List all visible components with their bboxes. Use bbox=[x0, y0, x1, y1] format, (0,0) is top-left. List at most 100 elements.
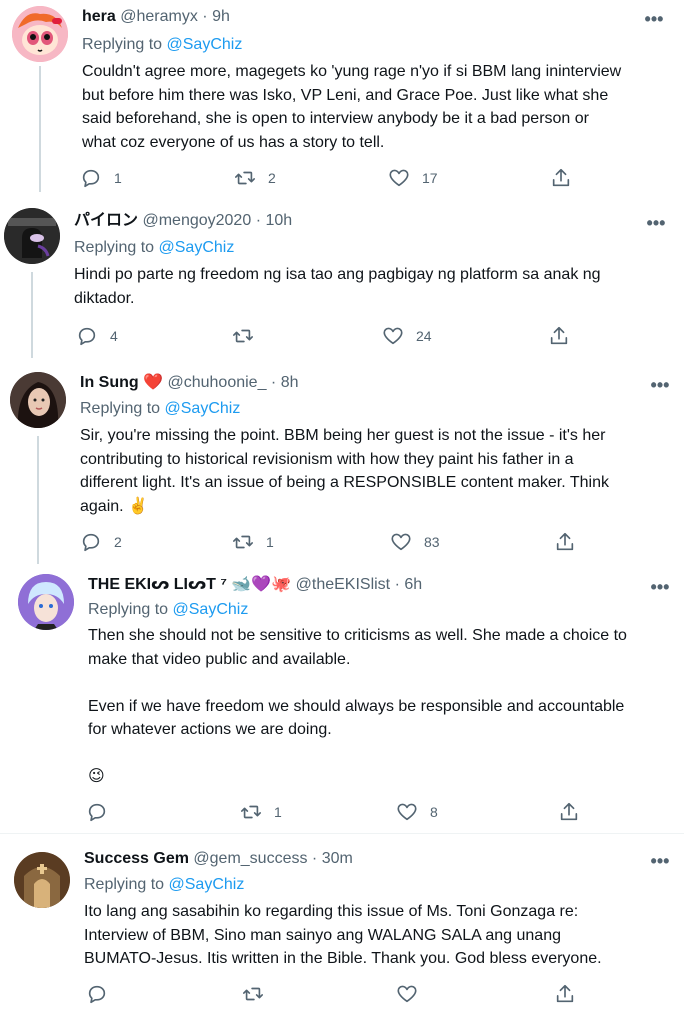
avatar[interactable] bbox=[12, 6, 68, 62]
timestamp[interactable]: · 6h bbox=[395, 576, 423, 593]
replying-to: Replying to @SayChiz bbox=[80, 398, 240, 420]
replying-to: Replying to @SayChiz bbox=[74, 237, 234, 259]
like-count: 8 bbox=[430, 804, 438, 820]
share-icon bbox=[556, 532, 574, 551]
tweet-header: パイロン @mengoy2020 · 10h bbox=[74, 210, 292, 232]
retweet-icon bbox=[243, 987, 263, 1001]
display-name[interactable]: パイロン bbox=[74, 212, 138, 229]
tweet[interactable]: In Sung ❤️ @chuhoonie_ · 8h ••• Replying… bbox=[0, 360, 684, 570]
reply-icon bbox=[82, 533, 100, 552]
tweet[interactable]: Success Gem @gem_success · 30m ••• Reply… bbox=[0, 834, 684, 1024]
more-options-icon[interactable]: ••• bbox=[642, 10, 666, 28]
replying-to-label: Replying to bbox=[82, 36, 167, 53]
more-options-icon[interactable]: ••• bbox=[648, 376, 672, 394]
heart-icon bbox=[389, 169, 409, 187]
display-name[interactable]: THE EKIᔕ LIᔕT ⁷ bbox=[88, 576, 227, 593]
among-us-avatar-icon bbox=[4, 208, 60, 264]
heart-icon bbox=[383, 327, 403, 345]
retweet-count: 1 bbox=[274, 804, 282, 820]
more-options-icon[interactable]: ••• bbox=[648, 578, 672, 596]
avatar[interactable] bbox=[10, 372, 66, 428]
tweet-text: Then she should not be sensitive to crit… bbox=[88, 627, 627, 785]
tweet[interactable]: hera @heramyx · 9h ••• Replying to @SayC… bbox=[0, 0, 684, 200]
retweet-count: 1 bbox=[266, 534, 274, 550]
timestamp[interactable]: · 9h bbox=[202, 8, 230, 25]
tweet-actions: 1 8 bbox=[86, 800, 666, 824]
retweet-count: 2 bbox=[268, 170, 276, 186]
powerpuff-avatar-icon bbox=[12, 6, 68, 62]
handle[interactable]: @chuhoonie_ bbox=[167, 374, 266, 391]
avatar[interactable] bbox=[14, 852, 70, 908]
photo-avatar-icon bbox=[10, 372, 66, 428]
timestamp[interactable]: · 10h bbox=[256, 212, 292, 229]
tweet[interactable]: THE EKIᔕ LIᔕT ⁷ 🐋💜🐙 @theEKISlist · 6h ••… bbox=[0, 570, 684, 834]
heart-icon bbox=[397, 803, 417, 821]
reply-count: 4 bbox=[110, 328, 118, 344]
reply-icon bbox=[88, 985, 106, 1004]
replying-to-label: Replying to bbox=[74, 239, 159, 256]
tweet-actions: 4 24 bbox=[76, 324, 656, 348]
replying-to: Replying to @SayChiz bbox=[84, 874, 244, 896]
retweet-icon bbox=[233, 535, 253, 549]
heart-icon bbox=[397, 985, 417, 1003]
heart-icon bbox=[391, 533, 411, 551]
tweet-text: Couldn't agree more, magegets ko 'yung r… bbox=[82, 63, 622, 151]
reply-count: 2 bbox=[114, 534, 122, 550]
display-name[interactable]: In Sung bbox=[80, 374, 139, 391]
share-icon bbox=[552, 168, 570, 187]
like-count: 17 bbox=[422, 170, 438, 186]
avatar[interactable] bbox=[18, 574, 74, 630]
tweet-actions: 2 1 83 bbox=[80, 530, 660, 554]
tweet-header: In Sung ❤️ @chuhoonie_ · 8h bbox=[80, 372, 299, 394]
mention-link[interactable]: @SayChiz bbox=[165, 400, 241, 417]
name-emoji: ❤️ bbox=[143, 374, 164, 391]
like-count: 24 bbox=[416, 328, 432, 344]
retweet-icon bbox=[233, 329, 253, 343]
replying-to: Replying to @SayChiz bbox=[82, 34, 242, 56]
timestamp[interactable]: · 8h bbox=[271, 374, 299, 391]
reply-icon bbox=[78, 327, 96, 346]
replying-to-label: Replying to bbox=[84, 876, 169, 893]
mention-link[interactable]: @SayChiz bbox=[169, 876, 245, 893]
tweet-actions: 1 2 17 bbox=[80, 166, 660, 190]
replying-to-label: Replying to bbox=[80, 400, 165, 417]
retweet-icon bbox=[235, 171, 255, 185]
handle[interactable]: @theEKISlist bbox=[296, 576, 391, 593]
tweet-header: hera @heramyx · 9h bbox=[82, 6, 230, 28]
display-name[interactable]: Success Gem bbox=[84, 850, 189, 867]
mention-link[interactable]: @SayChiz bbox=[167, 36, 243, 53]
share-icon bbox=[550, 326, 568, 345]
retweet-icon bbox=[241, 805, 261, 819]
tweet-header: Success Gem @gem_success · 30m bbox=[84, 848, 353, 870]
thread-line bbox=[37, 436, 39, 564]
replying-to: Replying to @SayChiz bbox=[88, 599, 248, 621]
timestamp[interactable]: · 30m bbox=[312, 850, 353, 867]
anime-avatar-icon bbox=[18, 574, 74, 630]
replying-to-label: Replying to bbox=[88, 601, 173, 618]
tweet-header: THE EKIᔕ LIᔕT ⁷ 🐋💜🐙 @theEKISlist · 6h bbox=[88, 574, 422, 596]
tweet-actions bbox=[86, 982, 666, 1006]
reply-count: 1 bbox=[114, 170, 122, 186]
reply-icon bbox=[88, 803, 106, 822]
handle[interactable]: @heramyx bbox=[120, 8, 198, 25]
tweet[interactable]: パイロン @mengoy2020 · 10h ••• Replying to @… bbox=[0, 200, 684, 360]
share-icon bbox=[560, 802, 578, 821]
mention-link[interactable]: @SayChiz bbox=[173, 601, 249, 618]
thread-line bbox=[31, 272, 33, 358]
name-emoji: 🐋💜🐙 bbox=[231, 576, 292, 593]
church-avatar-icon bbox=[14, 852, 70, 908]
handle[interactable]: @gem_success bbox=[193, 850, 307, 867]
avatar[interactable] bbox=[4, 208, 60, 264]
thread-line bbox=[39, 66, 41, 192]
tweet-text: Ito lang ang sasabihin ko regarding this… bbox=[84, 903, 602, 967]
mention-link[interactable]: @SayChiz bbox=[159, 239, 235, 256]
tweet-text: Sir, you're missing the point. BBM being… bbox=[80, 427, 609, 515]
share-icon bbox=[556, 984, 574, 1003]
reply-icon bbox=[82, 169, 100, 188]
handle[interactable]: @mengoy2020 bbox=[142, 212, 251, 229]
like-count: 83 bbox=[424, 534, 440, 550]
tweet-text: Hindi po parte ng freedom ng isa tao ang… bbox=[74, 266, 601, 307]
more-options-icon[interactable]: ••• bbox=[648, 852, 672, 870]
more-options-icon[interactable]: ••• bbox=[644, 214, 668, 232]
display-name[interactable]: hera bbox=[82, 8, 116, 25]
